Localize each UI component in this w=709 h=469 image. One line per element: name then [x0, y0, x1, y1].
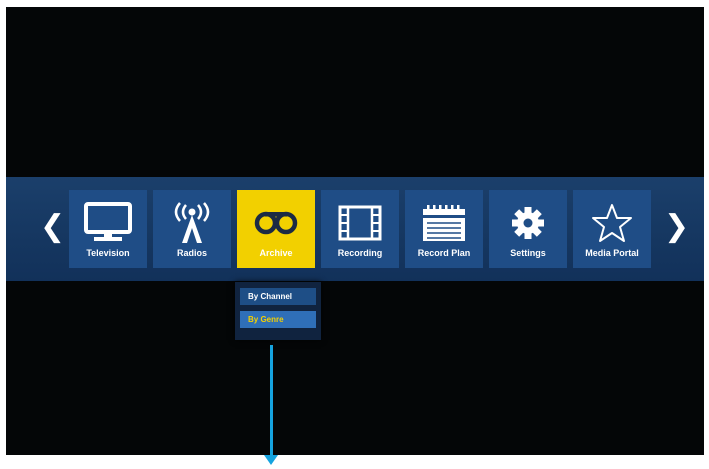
menu-item-label: Radios	[176, 248, 207, 258]
menu-item-radios[interactable]: Radios	[153, 190, 231, 268]
film-strip-icon	[321, 200, 399, 246]
menu-item-television[interactable]: Television	[69, 190, 147, 268]
menu-item-label: Recording	[337, 248, 383, 258]
menu-item-media-portal[interactable]: Media Portal	[573, 190, 651, 268]
annotation-arrow-icon	[264, 455, 278, 465]
menu-item-label: Television	[86, 248, 130, 258]
menu-item-recording[interactable]: Recording	[321, 190, 399, 268]
tape-reel-icon	[237, 200, 315, 246]
tv-icon	[69, 200, 147, 246]
gear-icon	[489, 200, 567, 246]
menu-item-label: Archive	[259, 248, 293, 258]
archive-submenu: By Channel By Genre	[235, 282, 321, 340]
submenu-item-by-genre[interactable]: By Genre	[240, 311, 316, 328]
submenu-item-by-channel[interactable]: By Channel	[240, 288, 316, 305]
menu-item-label: Record Plan	[417, 248, 471, 258]
menu-item-settings[interactable]: Settings	[489, 190, 567, 268]
menu-item-label: Settings	[510, 248, 546, 258]
menu-item-archive[interactable]: Archive	[237, 190, 315, 268]
menu-item-record-plan[interactable]: Record Plan	[405, 190, 483, 268]
annotation-pointer-line	[270, 345, 273, 457]
antenna-icon	[153, 200, 231, 246]
star-icon	[573, 200, 651, 246]
menu-item-label: Media Portal	[585, 248, 639, 258]
prev-arrow-icon[interactable]: ❮	[40, 212, 65, 242]
calendar-icon	[405, 200, 483, 246]
next-arrow-icon[interactable]: ❯	[664, 212, 689, 242]
